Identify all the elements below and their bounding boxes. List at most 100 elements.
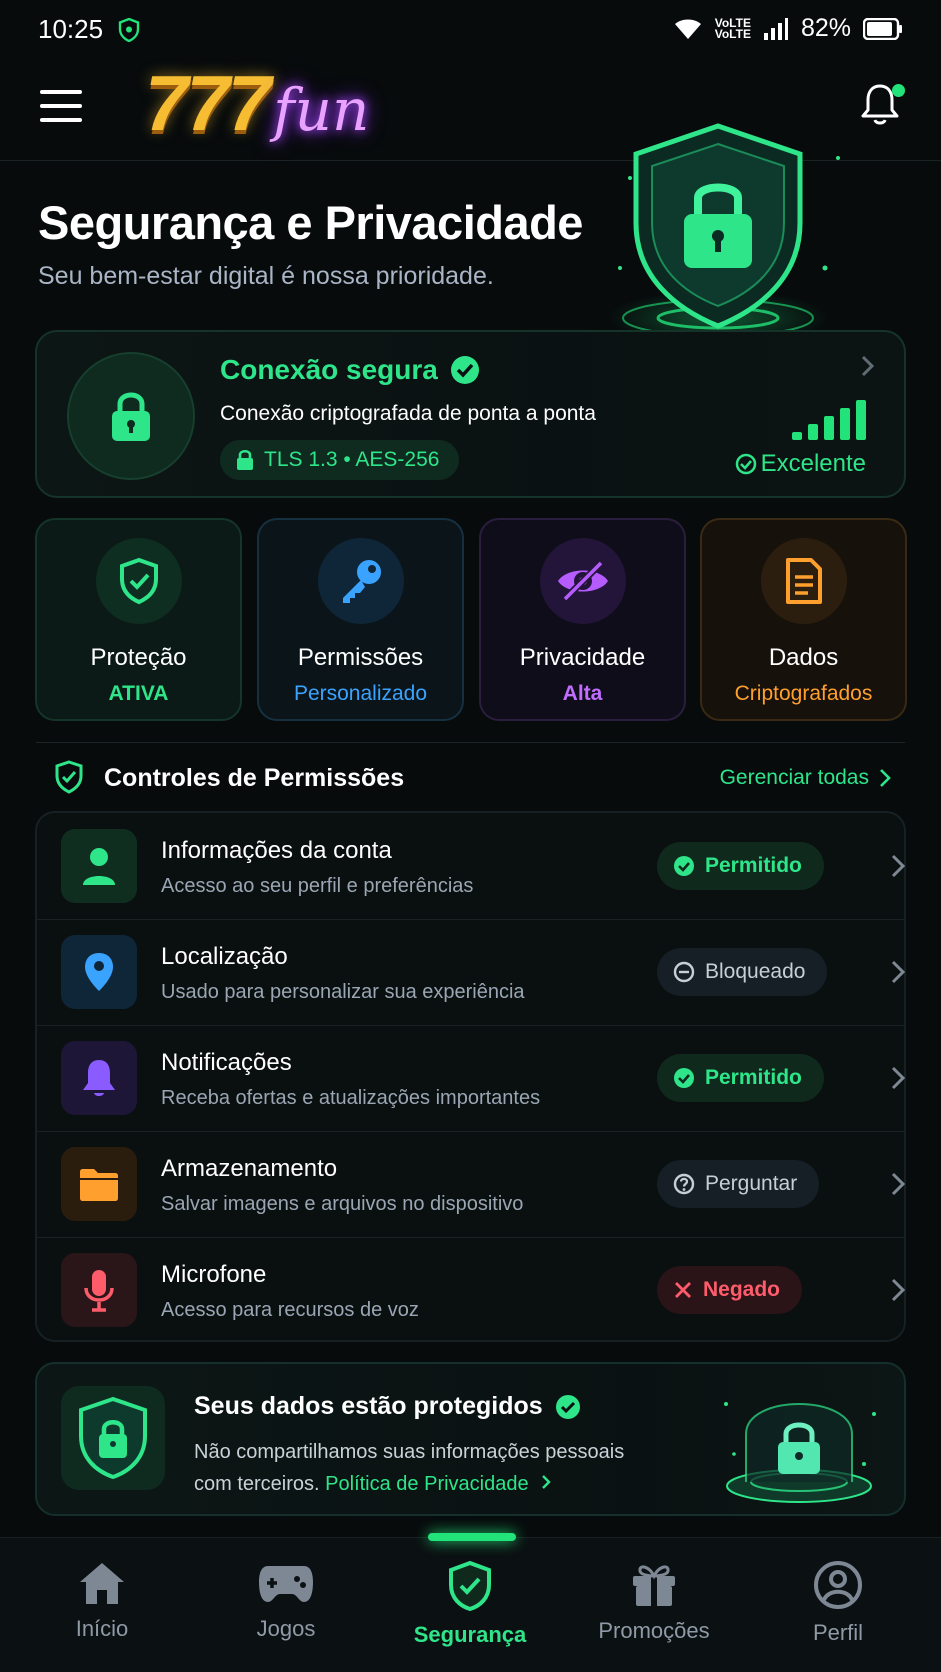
- signal-strength-icon: [792, 400, 866, 440]
- document-icon: [760, 538, 847, 624]
- shield-check-icon: [449, 1560, 491, 1612]
- user-circle-icon: [814, 1561, 862, 1609]
- protected-line-2: com terceiros. Política de Privacidade: [194, 1468, 624, 1500]
- dome-lock-icon: [714, 1374, 884, 1513]
- page-title: Segurança e Privacidade: [38, 196, 583, 249]
- chevron-right-icon[interactable]: [890, 1065, 906, 1096]
- nav-item-home[interactable]: Início: [22, 1560, 182, 1642]
- chevron-right-icon[interactable]: [540, 1474, 552, 1490]
- permission-row-notifications[interactable]: Notificações Receba ofertas e atualizaçõ…: [37, 1025, 906, 1131]
- permission-row-storage[interactable]: Armazenamento Salvar imagens e arquivos …: [37, 1131, 906, 1237]
- status-badge-denied[interactable]: Negado: [657, 1266, 803, 1314]
- bell-icon: [61, 1041, 137, 1115]
- lock-icon: [67, 352, 195, 480]
- wifi-icon: [674, 19, 701, 39]
- status-shield-icon: [118, 17, 140, 47]
- section-divider: [36, 742, 905, 743]
- nav-label: Perfil: [812, 1620, 864, 1645]
- nav-item-profile[interactable]: Perfil: [758, 1560, 918, 1646]
- check-circle-icon: [555, 1394, 580, 1419]
- connection-title-text: Conexão segura: [220, 354, 438, 385]
- permission-name: Microfone: [161, 1261, 267, 1288]
- protected-line-1: Não compartilhamos suas informações pess…: [194, 1441, 625, 1463]
- protected-title: Seus dados estão protegidos: [194, 1392, 581, 1421]
- protocol-pill: TLS 1.3 • AES-256: [220, 440, 460, 480]
- protected-title-text: Seus dados estão protegidos: [194, 1392, 543, 1420]
- status-text: Negado: [703, 1278, 781, 1301]
- permission-name: Informações da conta: [161, 837, 392, 864]
- data-protected-card: Seus dados estão protegidos Não comparti…: [35, 1362, 906, 1516]
- status-text: Bloqueado: [705, 960, 806, 983]
- signal-bar: [792, 432, 802, 440]
- permission-desc: Acesso para recursos de voz: [161, 1299, 419, 1321]
- page-subtitle: Seu bem-estar digital é nossa prioridade…: [38, 262, 494, 290]
- protected-text: Não compartilhamos suas informações pess…: [194, 1436, 624, 1500]
- check-circle-icon: [674, 1068, 694, 1088]
- nav-label: Início: [75, 1616, 129, 1641]
- menu-icon[interactable]: [40, 90, 82, 124]
- status-text: Permitido: [705, 1066, 802, 1089]
- permission-row-location[interactable]: Localização Usado para personalizar sua …: [37, 919, 906, 1025]
- status-badge-allowed[interactable]: Permitido: [657, 1054, 824, 1102]
- manage-all-label: Gerenciar todas: [719, 766, 869, 789]
- permission-desc: Acesso ao seu perfil e preferências: [161, 875, 474, 897]
- tile-protection[interactable]: Proteção ATIVA: [35, 518, 242, 721]
- notification-dot: [892, 84, 905, 97]
- chevron-right-icon[interactable]: [860, 354, 876, 383]
- check-circle-icon: [674, 856, 694, 876]
- permission-row-microphone[interactable]: Microfone Acesso para recursos de voz Ne…: [37, 1237, 906, 1343]
- connection-title: Conexão segura: [220, 354, 480, 386]
- status-indicators: VoLTE VoLTE 82%: [673, 14, 903, 43]
- battery-percent: 82%: [800, 14, 851, 42]
- permission-desc: Receba ofertas e atualizações importante…: [161, 1087, 541, 1109]
- signal-bar: [856, 400, 866, 440]
- notification-bell-icon[interactable]: [859, 82, 905, 131]
- connection-quality-text: Excelente: [760, 450, 866, 477]
- chevron-right-icon[interactable]: [890, 1171, 906, 1202]
- permission-name: Notificações: [161, 1049, 292, 1076]
- chevron-right-icon[interactable]: [890, 959, 906, 990]
- signal-bar: [824, 416, 834, 440]
- nav-item-promotions[interactable]: Promoções: [574, 1560, 734, 1644]
- permission-row-account[interactable]: Informações da conta Acesso ao seu perfi…: [37, 813, 906, 919]
- gamepad-icon: [259, 1566, 313, 1602]
- shield-check-icon: [95, 538, 182, 624]
- nav-label: Segurança: [413, 1622, 527, 1647]
- minus-circle-icon: [673, 961, 695, 983]
- battery-icon: [863, 17, 902, 40]
- manage-all-link[interactable]: Gerenciar todas: [720, 766, 891, 790]
- tile-permissions[interactable]: Permissões Personalizado: [257, 518, 464, 721]
- folder-icon: [61, 1147, 137, 1221]
- nav-label: Jogos: [256, 1616, 316, 1641]
- signal-bar: [840, 408, 850, 440]
- status-badge-blocked[interactable]: Bloqueado: [657, 948, 828, 996]
- bottom-navigation: Início Jogos Segurança Promoções Perfil: [0, 1537, 941, 1672]
- tile-data[interactable]: Dados Criptografados: [700, 518, 907, 721]
- tile-value: Criptografados: [734, 682, 873, 705]
- chevron-right-icon[interactable]: [890, 853, 906, 884]
- gift-icon: [633, 1565, 675, 1606]
- logo-word: fun: [273, 76, 370, 144]
- nav-label: Promoções: [598, 1618, 710, 1643]
- microphone-icon: [61, 1253, 137, 1327]
- app-logo[interactable]: 777fun: [145, 58, 369, 149]
- nav-item-security[interactable]: Segurança: [390, 1560, 550, 1648]
- close-icon: [675, 1282, 691, 1298]
- status-badge-ask[interactable]: Perguntar: [657, 1160, 820, 1208]
- status-badge-allowed[interactable]: Permitido: [657, 842, 824, 890]
- connection-description: Conexão criptografada de ponta a ponta: [220, 402, 596, 425]
- nav-item-games[interactable]: Jogos: [206, 1560, 366, 1642]
- privacy-policy-link[interactable]: Política de Privacidade: [325, 1473, 528, 1495]
- tile-label: Privacidade: [519, 644, 646, 671]
- permission-desc: Salvar imagens e arquivos no dispositivo: [161, 1193, 524, 1215]
- tile-label: Dados: [768, 644, 839, 671]
- tile-value: ATIVA: [108, 682, 169, 705]
- chevron-right-icon[interactable]: [890, 1277, 906, 1308]
- tile-privacy[interactable]: Privacidade Alta: [479, 518, 686, 721]
- shield-lock-icon: [61, 1386, 165, 1490]
- secure-connection-card[interactable]: Conexão segura Conexão criptografada de …: [35, 330, 906, 498]
- hero-shield-lock-icon: [608, 118, 850, 358]
- permissions-section-title: Controles de Permissões: [104, 764, 405, 792]
- eye-off-icon: [539, 538, 626, 624]
- tile-label: Permissões: [297, 644, 424, 671]
